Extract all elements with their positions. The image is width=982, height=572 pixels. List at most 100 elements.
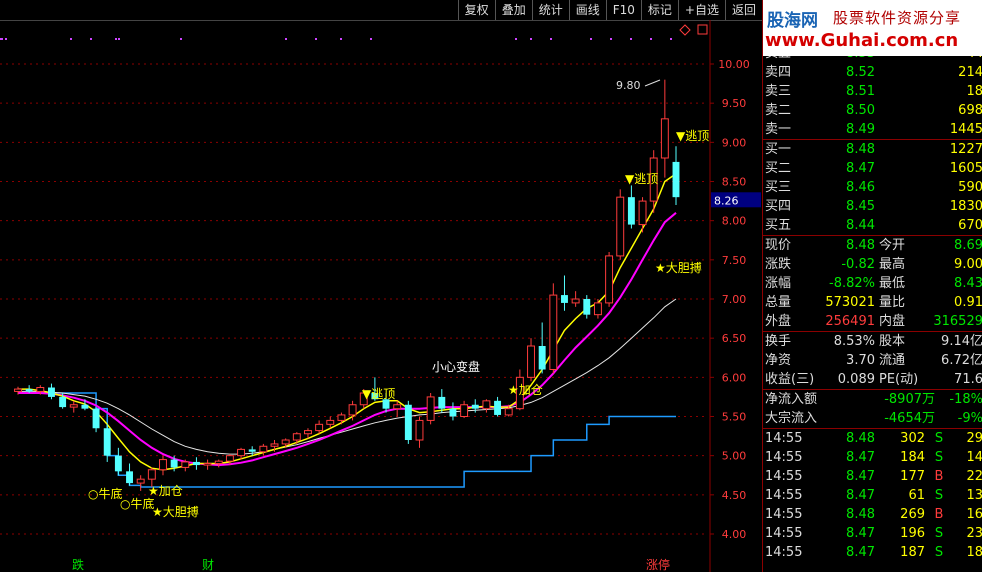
candle-body bbox=[438, 396, 446, 409]
signal-dot bbox=[115, 38, 117, 40]
candle-body bbox=[281, 439, 290, 445]
candle-body bbox=[103, 428, 111, 456]
toolbar-button-0[interactable]: 复权 bbox=[457, 0, 495, 20]
flow-label: 大宗流入 bbox=[765, 411, 818, 426]
candle-body bbox=[14, 388, 22, 392]
flow-value: -8907万 bbox=[884, 392, 935, 407]
kline-chart[interactable]: 10.00 9.50 9.00 8.50 8.00 7.50 7.00 6.50 6.00 5.5… bbox=[0, 20, 762, 572]
signal-taoding: ▼逃顶 bbox=[362, 387, 395, 401]
fundamental-stat-label: 流通 bbox=[879, 353, 906, 368]
toolbar-button-7[interactable]: 返回 bbox=[724, 0, 762, 20]
signal-dot bbox=[670, 38, 672, 40]
tick-direction: S bbox=[934, 450, 944, 465]
toolbar-button-3[interactable]: 画线 bbox=[568, 0, 606, 20]
buy-price: 8.47 bbox=[846, 161, 875, 176]
candle-body bbox=[627, 197, 635, 225]
tick-volume: 302 bbox=[900, 431, 925, 446]
sell-label: 卖三 bbox=[765, 84, 792, 99]
fundamental-stat-label: PE(动) bbox=[879, 372, 919, 387]
tick-price: 8.47 bbox=[846, 488, 875, 503]
quote-stat-value: 256491 bbox=[825, 314, 875, 329]
tick-time: 14:55 bbox=[765, 545, 803, 560]
buy-label: 买四 bbox=[765, 199, 792, 214]
toolbar-button-5[interactable]: 标记 bbox=[640, 0, 678, 20]
quote-stat-label: 总量 bbox=[765, 295, 792, 310]
flow-percent: -9% bbox=[957, 411, 982, 426]
tick-row-0[interactable]: 14:55 8.48 302 S 29 bbox=[763, 429, 982, 448]
toolbar-button-1[interactable]: 叠加 bbox=[494, 0, 532, 20]
window-icon bbox=[697, 24, 708, 35]
candle-body bbox=[326, 419, 335, 425]
tick-time: 14:55 bbox=[765, 450, 803, 465]
tick-direction: B bbox=[934, 469, 944, 484]
sell-label: 卖二 bbox=[765, 103, 792, 118]
candle-body bbox=[571, 298, 580, 304]
tick-row-3[interactable]: 14:55 8.47 61 S 13 bbox=[763, 486, 982, 505]
max-price-label: 9.80 bbox=[616, 79, 641, 92]
candle-body bbox=[660, 118, 669, 159]
candle-body bbox=[538, 346, 546, 370]
tick-direction: S bbox=[934, 526, 944, 541]
signal-taoding: ▼逃顶 bbox=[625, 172, 658, 186]
candle-body bbox=[348, 404, 357, 416]
quote-stat-label: 最高 bbox=[879, 257, 906, 272]
signal-jiacang: ★加仓 bbox=[508, 383, 543, 397]
sell-label: 卖四 bbox=[765, 65, 792, 80]
candle-body bbox=[203, 463, 212, 466]
tick-row-5[interactable]: 14:55 8.47 196 S 23 bbox=[763, 524, 982, 543]
signal-taoding: ▼逃顶 bbox=[676, 129, 709, 143]
ma-mid-line bbox=[18, 212, 677, 467]
quote-stat-label: 涨跌 bbox=[765, 257, 792, 272]
buy-label: 买五 bbox=[765, 218, 792, 233]
tick-price: 8.48 bbox=[846, 507, 875, 522]
candle-body bbox=[471, 404, 479, 409]
tick-direction: S bbox=[934, 488, 944, 503]
tick-volume: 187 bbox=[900, 545, 925, 560]
tick-price: 8.48 bbox=[846, 431, 875, 446]
fundamental-stat-row-2: 收益(三) 0.089 PE(动) 71.6 bbox=[763, 370, 982, 389]
candle-body bbox=[248, 449, 256, 452]
axis-label: 4.50 bbox=[722, 489, 747, 502]
signal-niu: ○牛底 bbox=[88, 486, 122, 501]
buy-price: 8.48 bbox=[846, 142, 875, 157]
candle-body bbox=[482, 400, 491, 410]
tick-row-1[interactable]: 14:55 8.47 184 S 14 bbox=[763, 448, 982, 467]
tick-count: 23 bbox=[966, 526, 982, 541]
tick-row-2[interactable]: 14:55 8.47 177 B 22 bbox=[763, 467, 982, 486]
candle-body bbox=[136, 478, 145, 484]
signal-dot bbox=[118, 38, 120, 40]
banner-url[interactable]: www.Guhai.com.cn bbox=[765, 30, 958, 51]
quote-stat-label: 内盘 bbox=[879, 314, 906, 329]
tick-list[interactable]: 14:55 8.48 302 S 29 14:55 8.47 184 S 14 14:55 8.47 1… bbox=[763, 428, 982, 562]
candle-body bbox=[504, 408, 513, 416]
axis-label: 10.00 bbox=[718, 58, 750, 71]
signal-jiacang: ★加仓 bbox=[148, 484, 183, 498]
tick-row-6[interactable]: 14:55 8.47 187 S 18 bbox=[763, 543, 982, 562]
quote-stat-row-3: 总量 573021 量比 0.91 bbox=[763, 293, 982, 312]
fundamental-stat-value: 9.14亿 bbox=[941, 334, 982, 349]
toolbar-button-4[interactable]: F10 bbox=[605, 0, 641, 20]
candle-body bbox=[81, 404, 89, 409]
tick-count: 29 bbox=[966, 431, 982, 446]
buy-row-4: 买五 8.44 670 bbox=[763, 216, 982, 235]
quote-stat-value: 8.43 bbox=[954, 276, 982, 291]
signal-dadan: ★大胆搏 bbox=[655, 261, 702, 275]
candle-body bbox=[126, 471, 133, 484]
quote-stat-label: 最低 bbox=[879, 276, 906, 291]
guhai-banner[interactable]: 股海网 股票软件资源分享 www.Guhai.com.cn bbox=[763, 0, 982, 56]
axis-label: 7.00 bbox=[722, 293, 747, 306]
candle-body bbox=[181, 461, 190, 468]
buy-label: 买二 bbox=[765, 161, 792, 176]
quote-stat-label: 涨幅 bbox=[765, 276, 792, 291]
quote-stat-value: -0.82 bbox=[841, 257, 875, 272]
toolbar-button-2[interactable]: 统计 bbox=[531, 0, 569, 20]
tick-price: 8.47 bbox=[846, 526, 875, 541]
candle-body bbox=[393, 404, 402, 410]
candle-body bbox=[170, 459, 178, 468]
signal-dot bbox=[70, 38, 72, 40]
candle-body bbox=[147, 469, 156, 480]
candle-body bbox=[527, 345, 535, 378]
toolbar-button-6[interactable]: +自选 bbox=[677, 0, 725, 20]
tick-row-4[interactable]: 14:55 8.48 269 B 16 bbox=[763, 505, 982, 524]
tick-time: 14:55 bbox=[765, 469, 803, 484]
